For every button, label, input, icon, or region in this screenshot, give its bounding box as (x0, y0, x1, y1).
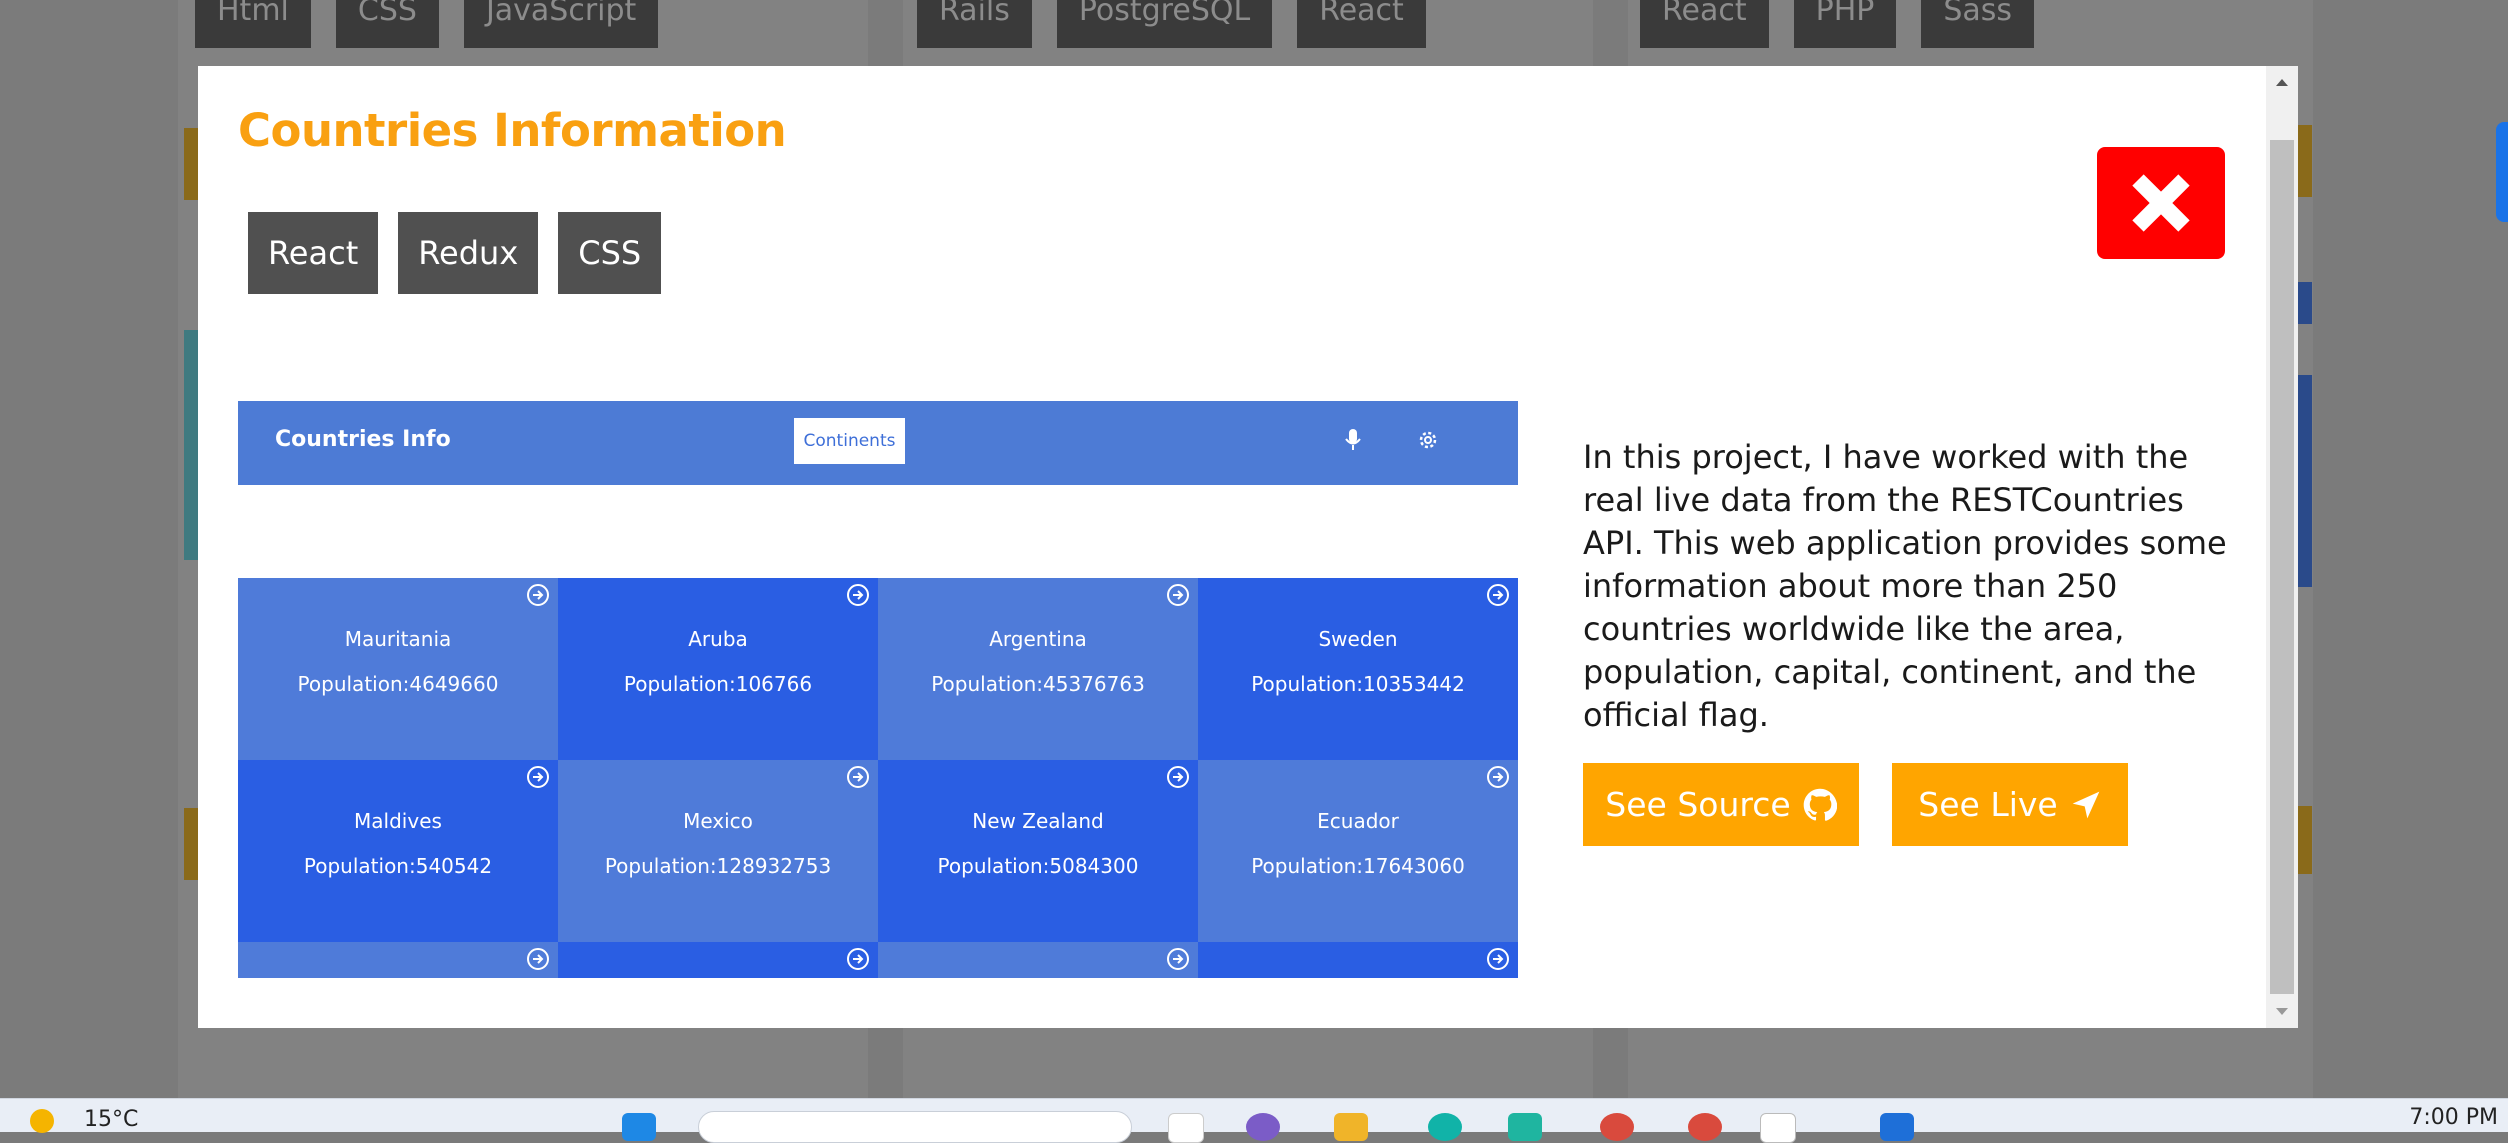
background-tag: Rails (917, 0, 1032, 48)
arrow-right-circle-icon (1487, 584, 1509, 606)
scroll-up-arrow-icon[interactable] (2266, 66, 2298, 98)
country-population: Population:4649660 (297, 672, 499, 696)
background-image-edge (2296, 282, 2312, 324)
see-live-label: See Live (1918, 785, 2058, 824)
tech-tags: React Redux CSS (248, 212, 662, 294)
country-population: Population:45376763 (931, 672, 1145, 696)
task-view-icon[interactable] (1168, 1113, 1204, 1143)
scroll-down-arrow-icon[interactable] (2266, 996, 2298, 1028)
project-modal: Countries Information React Redux CSS Co… (198, 66, 2298, 1028)
country-name: Maldives (354, 809, 442, 833)
vscode-icon[interactable] (1880, 1113, 1914, 1141)
project-preview-image: Countries Info Continents Mauritania Pop… (238, 401, 1518, 978)
country-name: Sweden (1318, 627, 1398, 651)
see-source-label: See Source (1605, 785, 1791, 824)
background-tag: PostgreSQL (1056, 0, 1273, 48)
preview-country-card: Mexico Population:128932753 (558, 760, 878, 942)
background-tag: Html (195, 0, 311, 48)
close-button[interactable] (2097, 147, 2225, 259)
arrow-right-circle-icon (1167, 948, 1189, 970)
preview-country-card: Maldives Population:540542 (238, 760, 558, 942)
country-name: Argentina (989, 627, 1087, 651)
arrow-right-circle-icon (1167, 766, 1189, 788)
chat-icon[interactable] (1246, 1113, 1280, 1141)
background-card-2-tags: Rails PostgreSQL React (917, 0, 1426, 48)
tech-tag: Redux (398, 212, 539, 294)
gear-icon (1413, 425, 1443, 455)
chrome-icon[interactable] (1688, 1113, 1722, 1141)
preview-continents-button: Continents (794, 418, 905, 464)
preview-country-card (238, 942, 558, 978)
see-live-button[interactable]: See Live (1892, 763, 2128, 846)
country-name: Mauritania (344, 627, 452, 651)
preview-country-card (1198, 942, 1518, 978)
modal-scrollbar[interactable] (2266, 66, 2298, 1028)
github-icon (1803, 788, 1837, 821)
arrow-right-circle-icon (847, 766, 869, 788)
tech-tag: React (248, 212, 379, 294)
arrow-right-circle-icon (527, 584, 549, 606)
arrow-right-circle-icon (1487, 948, 1509, 970)
country-population: Population:10353442 (1251, 672, 1465, 696)
preview-navbar: Countries Info Continents (238, 401, 1518, 485)
country-population: Population:106766 (623, 672, 813, 696)
background-tag: PHP (1793, 0, 1897, 48)
taskbar-clock[interactable]: 7:00 PM (2409, 1105, 2498, 1130)
background-tag: Sass (1921, 0, 2035, 48)
close-x-icon (2132, 174, 2190, 232)
arrow-right-circle-icon (527, 766, 549, 788)
tech-tag: CSS (558, 212, 662, 294)
arrow-right-circle-icon (1167, 584, 1189, 606)
preview-country-card: Aruba Population:106766 (558, 578, 878, 760)
taskbar-search-box[interactable] (698, 1111, 1132, 1143)
country-name: New Zealand (972, 809, 1104, 833)
background-card-3-tags: React PHP Sass (1640, 0, 2035, 48)
background-accent (2296, 125, 2312, 197)
background-card-1-tags: Html CSS JavaScript (195, 0, 659, 48)
modal-title: Countries Information (238, 104, 787, 157)
country-name: Aruba (688, 627, 748, 651)
arrow-right-circle-icon (527, 948, 549, 970)
preview-country-card: Sweden Population:10353442 (1198, 578, 1518, 760)
see-source-button[interactable]: See Source (1583, 763, 1859, 846)
preview-brand: Countries Info (275, 427, 451, 452)
microphone-icon (1338, 425, 1368, 455)
arrow-right-circle-icon (847, 948, 869, 970)
preview-country-card: Argentina Population:45376763 (878, 578, 1198, 760)
weather-icon[interactable] (30, 1109, 54, 1133)
country-population: Population:128932753 (604, 854, 832, 878)
country-name: Mexico (683, 809, 753, 833)
country-population: Population:5084300 (937, 854, 1139, 878)
background-tag: React (1297, 0, 1426, 48)
preview-country-card (878, 942, 1198, 978)
edge-browser-icon[interactable] (1428, 1113, 1462, 1141)
project-description: In this project, I have worked with the … (1583, 438, 2227, 734)
country-population: Population:17643060 (1251, 854, 1465, 878)
preview-country-card (558, 942, 878, 978)
background-image-edge (2296, 375, 2312, 587)
arrow-right-circle-icon (1487, 766, 1509, 788)
file-explorer-icon[interactable] (1334, 1113, 1368, 1141)
app-icon[interactable] (1508, 1113, 1542, 1141)
windows-taskbar: 15°C 7:00 PM (0, 1098, 2508, 1143)
preview-country-card: Mauritania Population:4649660 (238, 578, 558, 760)
arrow-right-circle-icon (847, 584, 869, 606)
side-panel-handle[interactable] (2496, 122, 2508, 222)
start-icon[interactable] (622, 1113, 656, 1141)
preview-country-card: New Zealand Population:5084300 (878, 760, 1198, 942)
background-accent (2296, 806, 2312, 874)
taskbar-weather[interactable]: 15°C (84, 1107, 138, 1132)
country-population: Population:540542 (303, 854, 493, 878)
chrome-profile-icon[interactable] (1600, 1113, 1634, 1141)
preview-country-card: Ecuador Population:17643060 (1198, 760, 1518, 942)
app-grid-icon[interactable] (1760, 1113, 1796, 1143)
background-tag: JavaScript (463, 0, 659, 48)
scrollbar-thumb[interactable] (2270, 140, 2294, 994)
country-name: Ecuador (1317, 809, 1399, 833)
background-tag: React (1640, 0, 1769, 48)
background-tag: CSS (335, 0, 439, 48)
location-arrow-icon (2072, 791, 2100, 818)
preview-country-grid: Mauritania Population:4649660 Aruba Popu… (238, 578, 1518, 978)
